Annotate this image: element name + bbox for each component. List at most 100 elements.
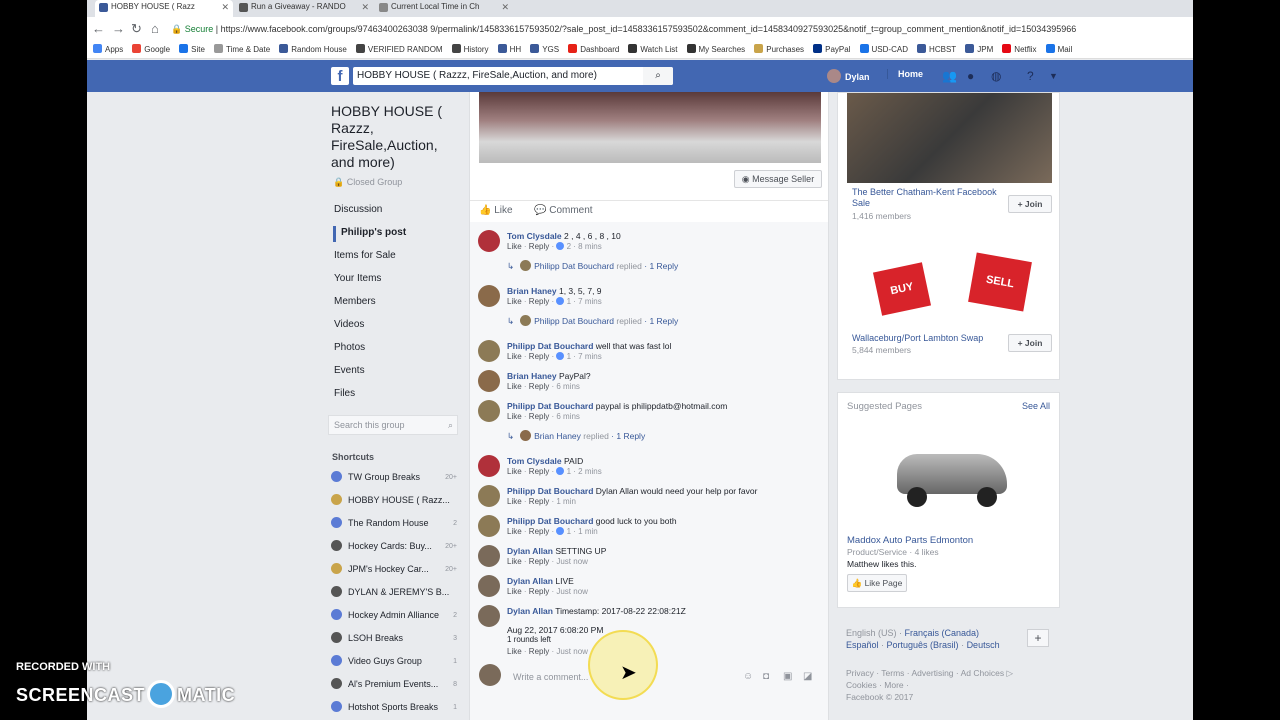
bookmark-dashboard[interactable]: Dashboard (568, 42, 619, 58)
comment-reply-link[interactable]: Reply (529, 352, 549, 361)
nav-files[interactable]: Files (334, 388, 355, 399)
comment-like-link[interactable]: Like (507, 527, 522, 536)
shortcut-item[interactable]: JPM's Hockey Car... 20+ (331, 562, 459, 577)
close-tab-icon[interactable]: ✕ (221, 0, 229, 14)
comment-reply-link[interactable]: Reply (529, 412, 549, 421)
comment-like-link[interactable]: Like (507, 467, 522, 476)
reply-summary[interactable]: ↳ Philipp Dat Bouchard replied · 1 Reply (507, 260, 678, 272)
bookmark-ygs[interactable]: YGS (530, 42, 559, 58)
shortcut-item[interactable]: DYLAN & JEREMY'S B... (331, 585, 459, 599)
comment-button[interactable]: 💬 Comment (534, 205, 593, 216)
commenter-name[interactable]: Brian Haney (507, 286, 557, 296)
comment-reply-link[interactable]: Reply (529, 297, 549, 306)
shortcut-item[interactable]: LSOH Breaks 3 (331, 631, 459, 646)
reply-summary[interactable]: ↳ Philipp Dat Bouchard replied · 1 Reply (507, 315, 678, 327)
avatar[interactable] (478, 485, 500, 507)
join-button[interactable]: + Join (1008, 334, 1052, 352)
comment-reply-link[interactable]: Reply (529, 242, 549, 251)
language-link[interactable]: Deutsch (967, 640, 1000, 650)
shortcut-item[interactable]: Video Guys Group 1 (331, 654, 459, 669)
bookmark-site[interactable]: Site (179, 42, 205, 58)
url-bar[interactable]: 🔒 Secure | https://www.facebook.com/grou… (171, 20, 1191, 39)
bookmark-hcbst[interactable]: HCBST (917, 42, 956, 58)
comment-reply-link[interactable]: Reply (529, 527, 549, 536)
avatar[interactable] (478, 515, 500, 537)
comment-reply-link[interactable]: Reply (529, 467, 549, 476)
tab-hobby-house[interactable]: HOBBY HOUSE ( Razz ✕ (95, 0, 233, 17)
bookmark-jpm[interactable]: JPM (965, 42, 993, 58)
home-link[interactable]: Home (887, 69, 923, 79)
bookmark-random-house[interactable]: Random House (279, 42, 347, 58)
more-languages-button[interactable]: + (1027, 629, 1049, 647)
like-button[interactable]: 👍 Like (479, 205, 513, 216)
close-tab-icon[interactable]: ✕ (361, 0, 369, 14)
comment-like-link[interactable]: Like (507, 412, 522, 421)
comment-like-link[interactable]: Like (507, 647, 522, 656)
gif-icon[interactable]: ▣ (783, 671, 792, 682)
avatar[interactable] (478, 455, 500, 477)
profile-link[interactable]: Dylan (827, 69, 870, 83)
shortcut-item[interactable]: Hockey Admin Alliance 2 (331, 608, 459, 623)
comment-reply-link[interactable]: Reply (529, 647, 549, 656)
comment-like-link[interactable]: Like (507, 497, 522, 506)
search-icon[interactable]: ⌕ (643, 67, 673, 85)
commenter-name[interactable]: Philipp Dat Bouchard (507, 516, 593, 526)
join-button[interactable]: + Join (1008, 195, 1052, 213)
shortcut-item[interactable]: The Random House 2 (331, 516, 459, 531)
bookmark-my-searches[interactable]: My Searches (686, 42, 745, 58)
message-seller-button[interactable]: ◉ Message Seller (734, 170, 822, 188)
bookmark-hh[interactable]: HH (497, 42, 521, 58)
language-link[interactable]: Español (846, 640, 879, 650)
camera-icon[interactable]: ◘ (763, 671, 769, 682)
see-all-link[interactable]: See All (1022, 401, 1050, 411)
like-page-button[interactable]: 👍 Like Page (847, 574, 907, 592)
nav-your-items[interactable]: Your Items (334, 273, 381, 284)
avatar[interactable] (478, 230, 500, 252)
avatar[interactable] (478, 370, 500, 392)
emoji-icon[interactable]: ☺ (743, 671, 753, 682)
comment-like-link[interactable]: Like (507, 587, 522, 596)
suggested-group-name[interactable]: Wallaceburg/Port Lambton Swap (852, 333, 1012, 344)
help-icon[interactable]: ? (1027, 69, 1034, 83)
shortcut-item[interactable]: Al's Premium Events... 8 (331, 677, 459, 692)
bookmark-verified-random[interactable]: VERIFIED RANDOM (355, 42, 443, 58)
page-name-link[interactable]: Maddox Auto Parts Edmonton (847, 535, 973, 546)
account-menu-chevron-icon[interactable]: ▼ (1049, 71, 1058, 81)
commenter-name[interactable]: Tom Clysdale (507, 231, 562, 241)
facebook-search-input[interactable]: HOBBY HOUSE ( Razzz, FireSale,Auction, a… (353, 67, 673, 85)
bookmark-time-date[interactable]: Time & Date (214, 42, 270, 58)
forward-arrow-icon[interactable]: → (112, 21, 125, 36)
comment-reply-link[interactable]: Reply (529, 497, 549, 506)
group-cover-image[interactable]: BUY SELL (847, 239, 1052, 327)
bookmark-purchases[interactable]: Purchases (754, 42, 804, 58)
shortcut-item[interactable]: HOBBY HOUSE ( Razz... (331, 493, 459, 507)
bookmark-watch-list[interactable]: Watch List (628, 42, 677, 58)
search-icon[interactable]: ⌕ (448, 416, 453, 434)
comment-like-link[interactable]: Like (507, 297, 522, 306)
comment-reply-link[interactable]: Reply (529, 382, 549, 391)
bookmark-google[interactable]: Google (132, 42, 170, 58)
avatar[interactable] (478, 605, 500, 627)
nav-discussion[interactable]: Discussion (334, 204, 382, 215)
tab-local-time[interactable]: Current Local Time in Ch ✕ (375, 0, 513, 17)
post-photo[interactable] (479, 92, 821, 163)
notifications-globe-icon[interactable]: ◍ (991, 69, 1001, 83)
close-tab-icon[interactable]: ✕ (501, 0, 509, 14)
friend-requests-icon[interactable]: 👥 (942, 69, 957, 83)
comment-reply-link[interactable]: Reply (529, 587, 549, 596)
nav-events[interactable]: Events (334, 365, 365, 376)
shortcut-item[interactable]: TW Group Breaks 20+ (331, 470, 459, 485)
nav-photos[interactable]: Photos (334, 342, 365, 353)
bookmark-history[interactable]: History (451, 42, 489, 58)
nav-items-for-sale[interactable]: Items for Sale (334, 250, 396, 261)
home-icon[interactable]: ⌂ (151, 21, 159, 36)
messenger-icon[interactable]: ● (967, 69, 974, 83)
group-name[interactable]: HOBBY HOUSE ( Razzz, FireSale,Auction, a… (331, 103, 457, 171)
nav-philipps-post[interactable]: Philipp's post (341, 227, 406, 238)
commenter-name[interactable]: Philipp Dat Bouchard (507, 341, 593, 351)
commenter-name[interactable]: Dylan Allan (507, 606, 553, 616)
commenter-name[interactable]: Philipp Dat Bouchard (507, 486, 593, 496)
comment-like-link[interactable]: Like (507, 557, 522, 566)
reload-icon[interactable]: ↻ (131, 21, 142, 37)
bookmark-mail[interactable]: Mail (1045, 42, 1072, 58)
